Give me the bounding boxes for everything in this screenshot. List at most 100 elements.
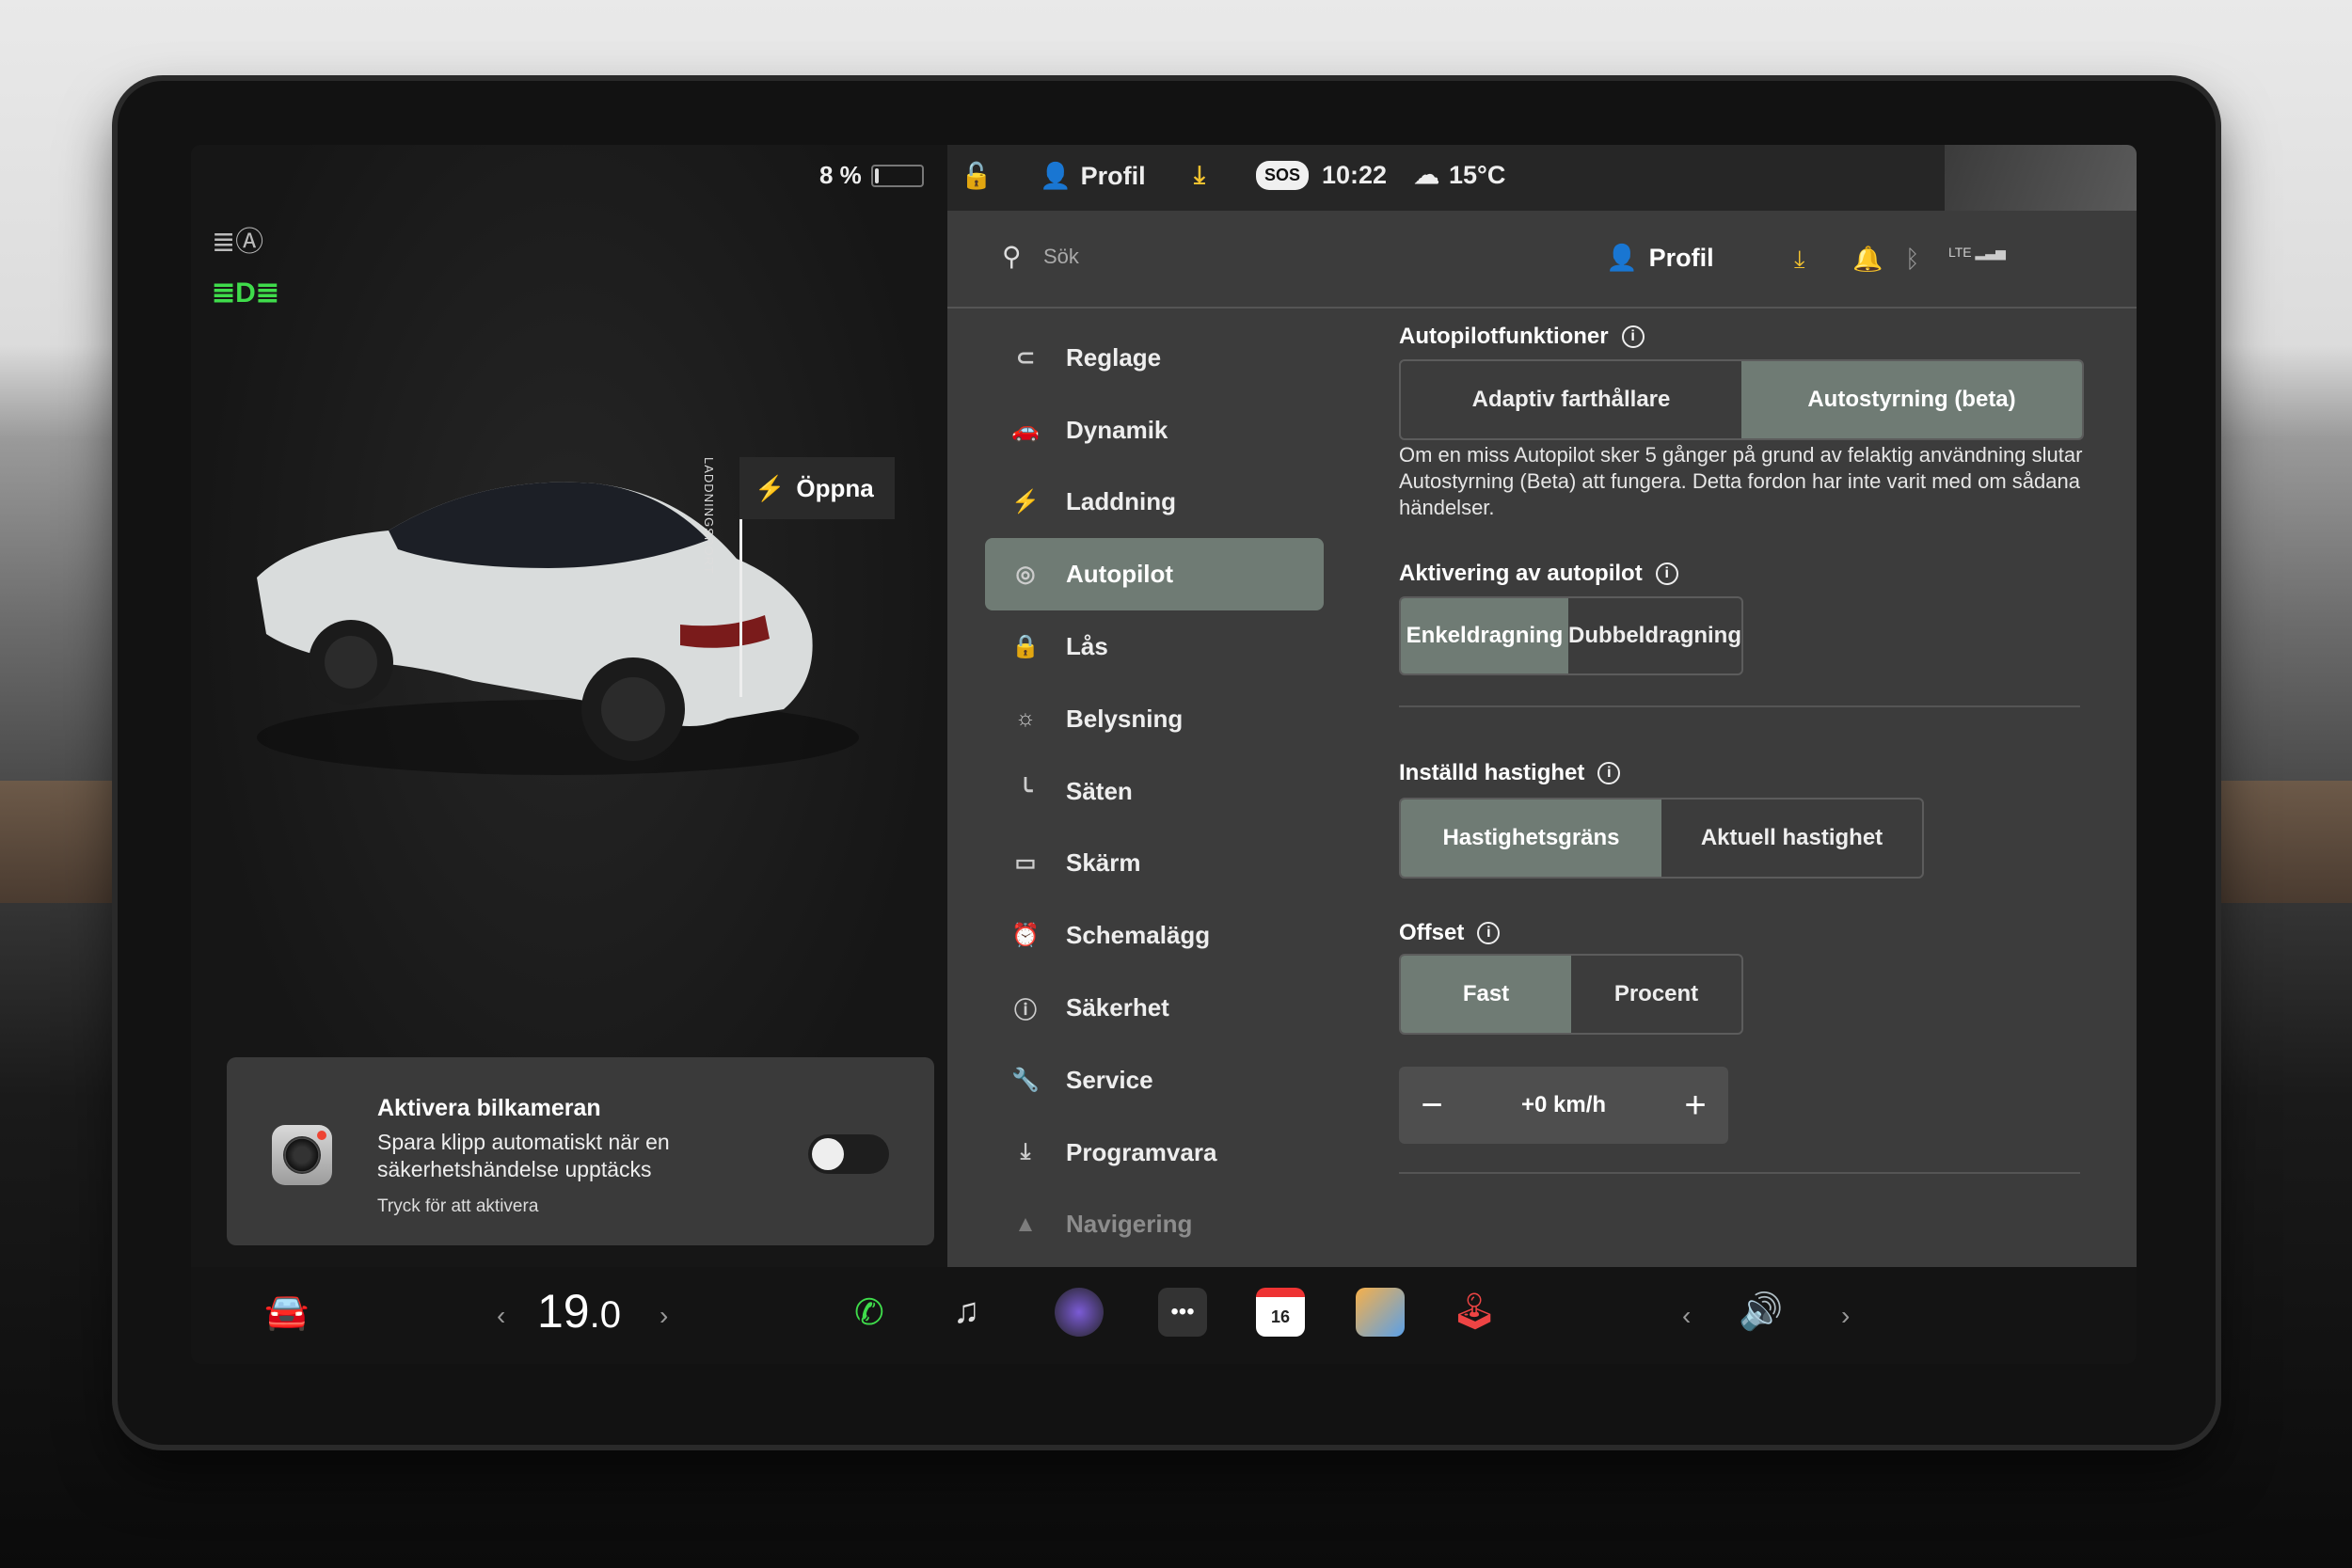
toggle-icon: ⊂ [1015, 344, 1036, 371]
menu-item-lås[interactable]: 🔒 Lås [985, 610, 1324, 683]
unlocked-icon[interactable]: 🔓 [961, 161, 993, 191]
menu-item-dynamik[interactable]: 🚗 Dynamik [985, 394, 1324, 467]
volume-down-arrow[interactable]: ‹ [1682, 1301, 1691, 1331]
info-icon[interactable]: i [1621, 325, 1645, 348]
menu-item-label: Service [1066, 1065, 1153, 1094]
dashcam-title: Aktivera bilkameran [377, 1095, 601, 1121]
clock: 10:22 [1322, 161, 1388, 189]
menu-item-säkerhet[interactable]: ⓘ Säkerhet [985, 972, 1324, 1044]
menu-item-skärm[interactable]: ▭ Skärm [985, 828, 1324, 900]
lock-icon: 🔒 [1011, 634, 1040, 660]
autopilot-feature-option[interactable]: Autostyrning (beta) [1741, 361, 2082, 438]
display-icon: ▭ [1014, 850, 1037, 877]
menu-item-label: Autopilot [1066, 560, 1174, 589]
search-icon: ⚲ [1002, 242, 1022, 271]
offset-increase-button[interactable]: + [1662, 1085, 1728, 1127]
alarm-clock-icon: ⏰ [1011, 923, 1040, 949]
set-speed-option[interactable]: Aktuell hastighet [1661, 800, 1922, 877]
set-speed-selector: Hastighetsgräns Aktuell hastighet [1399, 798, 1924, 879]
settings-menu: ⊂ Reglage 🚗 Dynamik ⚡ Laddning ◎ Autopilot 🔒 Lås ☼… [985, 322, 1324, 1260]
offset-title: Offset i [1399, 920, 1501, 946]
menu-item-label: Säkerhet [1066, 993, 1169, 1022]
offset-selector: Fast Procent [1399, 954, 1743, 1035]
status-profile-label: Profil [1080, 161, 1146, 190]
topbar-profile[interactable]: 👤 Profil [1606, 243, 1714, 273]
menu-item-label: Lås [1066, 632, 1108, 661]
volume-up-arrow[interactable]: › [1841, 1301, 1850, 1331]
more-apps-icon[interactable]: ••• [1158, 1288, 1207, 1337]
cloud-sun-icon: ☁ [1414, 161, 1439, 189]
set-speed-option[interactable]: Hastighetsgräns [1401, 800, 1661, 877]
activation-option[interactable]: Dubbeldragning [1568, 598, 1741, 673]
charge-port-label: LADDNINGSPORT [702, 457, 716, 575]
temp-up-arrow[interactable]: › [660, 1301, 668, 1331]
menu-item-navigering[interactable]: ▲ Navigering [985, 1189, 1324, 1261]
headlights-on-icon[interactable]: ≣D≣ [212, 277, 279, 309]
phone-icon[interactable]: ✆ [854, 1291, 884, 1334]
autopilot-feature-option[interactable]: Adaptiv farthållare [1401, 361, 1741, 438]
weather: ☁ 15°C [1414, 161, 1505, 190]
offset-type-option[interactable]: Procent [1571, 956, 1741, 1033]
navigation-icon: ▲ [1014, 1211, 1037, 1237]
temp-down-arrow[interactable]: ‹ [497, 1301, 505, 1331]
download-icon: ⤓ [1020, 1139, 1031, 1165]
calendar-icon[interactable]: 16 [1256, 1288, 1305, 1337]
menu-item-reglage[interactable]: ⊂ Reglage [985, 322, 1324, 394]
menu-item-belysning[interactable]: ☼ Belysning [985, 683, 1324, 755]
dashcam-toggle[interactable] [808, 1134, 889, 1174]
menu-item-autopilot[interactable]: ◎ Autopilot [985, 538, 1324, 611]
volume-icon[interactable]: 🔊 [1739, 1291, 1783, 1333]
info-icon[interactable]: i [1477, 922, 1501, 944]
autopilot-activation-title: Aktivering av autopilot i [1399, 561, 1678, 587]
bell-icon[interactable]: 🔔 [1852, 245, 1883, 274]
offset-decrease-button[interactable]: − [1399, 1085, 1465, 1127]
menu-item-service[interactable]: 🔧 Service [985, 1044, 1324, 1117]
person-icon: 👤 [1040, 162, 1072, 190]
dashcam-hint: Tryck för att aktivera [377, 1196, 539, 1216]
open-charge-port-button[interactable]: ⚡ Öppna [739, 457, 895, 519]
status-profile[interactable]: 👤 Profil [1040, 161, 1146, 191]
info-icon: ⓘ [1014, 998, 1037, 1024]
battery-icon [870, 164, 924, 187]
download-icon[interactable]: ⤓ [1194, 161, 1205, 191]
offset-type-option[interactable]: Fast [1401, 956, 1571, 1033]
menu-item-label: Reglage [1066, 342, 1162, 372]
auto-headlights-icon[interactable]: ≣Ⓐ [212, 218, 263, 260]
menu-item-label: Programvara [1066, 1137, 1217, 1166]
info-icon[interactable]: i [1597, 762, 1621, 784]
activation-option[interactable]: Enkeldragning [1401, 598, 1569, 673]
autopilot-features-note: Om en miss Autopilot sker 5 gånger på gr… [1399, 443, 2083, 519]
cabin-temperature[interactable]: 19.0 [537, 1284, 621, 1338]
menu-item-label: Skärm [1066, 848, 1141, 878]
outside-temperature: 15°C [1449, 161, 1506, 189]
sos-button[interactable]: SOS [1256, 161, 1310, 190]
menu-item-säten[interactable]: ╰ Säten [985, 755, 1324, 828]
bolt-icon: ⚡ [1011, 489, 1040, 515]
dashcam-card[interactable]: Aktivera bilkameran Spara klipp automati… [227, 1057, 934, 1245]
menu-item-label: Belysning [1066, 704, 1184, 733]
menu-item-laddning[interactable]: ⚡ Laddning [985, 467, 1324, 539]
bottom-dock: 🚘 ‹ 19.0 › ✆ ♫ ••• 16 🕹 ‹ 🔊 › [191, 1267, 2137, 1364]
music-icon[interactable]: ♫ [953, 1291, 980, 1332]
vehicle-pane: 8 % ≣Ⓐ ≣D≣ LADDNINGSPORT ⚡ Öppna Aktiver… [191, 145, 947, 1267]
car-icon: 🚗 [1011, 417, 1040, 443]
bluetooth-icon[interactable]: ᛒ [1905, 245, 1920, 274]
sun-icon: ☼ [1015, 705, 1036, 732]
steering-wheel-icon: ◎ [1015, 562, 1036, 588]
divider [1399, 1172, 2080, 1174]
map-preview[interactable] [1945, 145, 2137, 211]
wrench-icon: 🔧 [1011, 1067, 1040, 1093]
battery-indicator: 8 % [819, 161, 924, 190]
info-icon[interactable]: i [1655, 562, 1678, 585]
car-icon[interactable]: 🚘 [264, 1291, 309, 1333]
joystick-icon[interactable]: 🕹 [1452, 1291, 1497, 1333]
menu-item-programvara[interactable]: ⤓ Programvara [985, 1117, 1324, 1189]
open-charge-port-label: Öppna [796, 473, 874, 502]
menu-item-label: Säten [1066, 776, 1133, 805]
menu-item-label: Schemalägg [1066, 921, 1211, 950]
search-input[interactable] [1041, 239, 1327, 275]
toybox-icon[interactable] [1356, 1288, 1405, 1337]
camera-app-icon[interactable] [1055, 1288, 1104, 1337]
download-icon[interactable]: ⤓ [1794, 245, 1805, 275]
menu-item-schemalägg[interactable]: ⏰ Schemalägg [985, 899, 1324, 972]
